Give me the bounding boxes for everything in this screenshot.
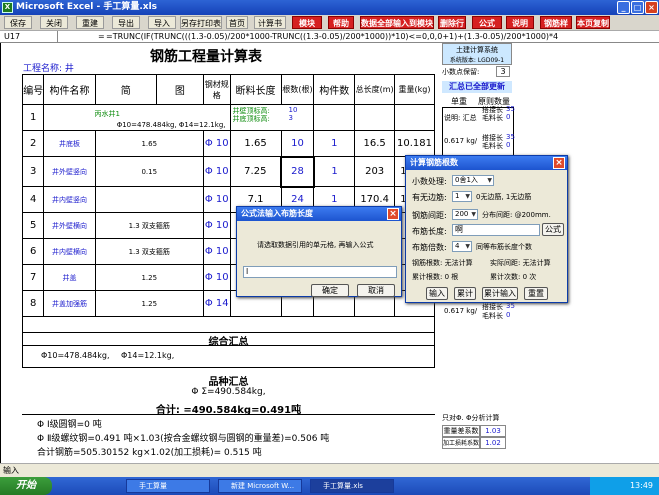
row1-summary: Φ10=478.484kg, Φ14=12.1kg, xyxy=(116,121,226,129)
wall-bottom-label: 井底顶标高: xyxy=(232,115,270,123)
wall-top-value[interactable]: 10 xyxy=(289,106,298,114)
excel-icon: X xyxy=(2,2,13,13)
spacing-select[interactable]: 200 xyxy=(452,209,478,220)
status-bar: 输入 xyxy=(0,463,659,477)
close-icon[interactable]: × xyxy=(553,157,565,169)
table-row[interactable]: 1 丙水井1 Φ10=478.484kg, Φ14=12.1kg, 井壁顶标高:… xyxy=(21,104,435,131)
formula-length-dialog: 公式法输入布筋长度 × 请选取数据引用的单元格, 再输入公式 l 确定 取消 xyxy=(236,206,402,297)
rebar-length-input[interactable]: 啊 xyxy=(452,224,540,236)
accumulate-input-button[interactable]: 累计输入 xyxy=(482,287,518,300)
import-button[interactable]: 导入 xyxy=(148,16,176,29)
summary-text-2: Φ14=12.1kg, xyxy=(121,351,175,360)
formula-dialog-title: 公式法输入布筋长度 xyxy=(237,207,401,221)
save-print-button[interactable]: 另存打印表 xyxy=(180,16,222,29)
formula-input[interactable]: =TRUNC(IF(TRUNC(((1.3-0.05)/200*1000-TRU… xyxy=(106,31,658,42)
home-button[interactable]: 首页 xyxy=(226,16,248,29)
summary-text: Φ10=478.484kg, xyxy=(41,351,110,360)
decimals-value[interactable]: 3 xyxy=(496,66,510,77)
header-spec: 钢材规格 xyxy=(202,74,231,105)
clock: 13:49 xyxy=(629,481,653,490)
footer-line-2: Φ Ⅱ级螺纹钢=0.491 吨×1.03(按合金螺纹钢与圆钢的重量差)=0.50… xyxy=(37,434,330,444)
sheet-title: 钢筋工程量计算表 xyxy=(150,49,262,65)
close-icon[interactable]: × xyxy=(645,1,658,14)
rebar-style-button[interactable]: 钢筋样式 xyxy=(540,16,572,41)
close-button[interactable]: 关闭 xyxy=(40,16,68,29)
total-text: 合计: =490.584kg=0.491吨 xyxy=(22,401,435,416)
export-button[interactable]: 导出 xyxy=(112,16,140,29)
copy-page-button[interactable]: 本页复制 xyxy=(576,16,610,29)
project-name: 工程名称: 井 xyxy=(23,64,74,74)
calc-book-button[interactable]: 计算书 xyxy=(254,16,286,29)
formula-cell-input[interactable]: l xyxy=(243,266,397,278)
reset-button[interactable]: 重置 xyxy=(524,287,548,300)
name-box[interactable]: U17 xyxy=(4,31,58,42)
toolbar: 保存 关闭 重建 导出 导入 另存打印表 首页 计算书 模块 帮助 数据全部输入… xyxy=(0,15,659,41)
grade-title: 品种汇总 xyxy=(208,377,249,388)
task-folder[interactable]: 手工算量 xyxy=(126,479,210,493)
header-count: 构件数 xyxy=(313,74,356,105)
window-title-bar: X Microsoft Excel - 手工算量.xls _ □ × xyxy=(0,0,659,15)
calc-dialog-title: 计算钢筋根数 xyxy=(406,156,567,170)
table-row[interactable]: 3井外壁竖向 0.15 Φ 107.25 281 203125.2 xyxy=(21,155,435,188)
update-notice: 汇总已全部更新 xyxy=(442,81,512,93)
ok-button[interactable]: 确定 xyxy=(311,284,349,297)
task-word[interactable]: 新建 Microsoft W... xyxy=(218,479,302,493)
formula-bar: U17 = =TRUNC(IF(TRUNC(((1.3-0.05)/200*10… xyxy=(0,31,659,43)
header-shape-b: 图 xyxy=(155,74,204,105)
summary-box: Φ10=478.484kg, Φ14=12.1kg, xyxy=(22,346,435,368)
decimals-label: 小数点保留: xyxy=(442,68,480,76)
decimal-select[interactable]: 0舍1入 xyxy=(452,175,494,186)
analysis-label: 只对Φ. Φ分析计算 xyxy=(442,414,500,422)
cancel-button[interactable]: 取消 xyxy=(357,284,395,297)
header-weight: 重量(kg) xyxy=(394,74,435,105)
system-tray: 13:49 xyxy=(590,477,659,495)
delete-row-button[interactable]: 删除行 xyxy=(438,16,466,29)
save-button[interactable]: 保存 xyxy=(4,16,32,29)
window-title: Microsoft Excel - 手工算量.xls xyxy=(16,2,158,12)
header-total: 总长度(m) xyxy=(354,74,396,105)
header-shape-a: 简 xyxy=(94,74,157,105)
restore-icon[interactable]: □ xyxy=(631,1,644,14)
table-row[interactable]: 2 井底板 1.65 Φ 10 1.65 10 1 16.5 10.181 xyxy=(21,130,435,157)
formula-dialog-button[interactable]: 公式 xyxy=(542,223,564,236)
footer-line-3: 合计钢筋=505.30152 kg×1.02(加工损耗)= 0.515 吨 xyxy=(37,448,262,458)
module-button[interactable]: 模块 xyxy=(292,16,322,29)
header-length: 断料长度 xyxy=(229,74,282,105)
calc-rebar-dialog: 计算钢筋根数 × 小数处理: 0舍1入 有无边筋: 1 0无边筋, 1无边筋 钢… xyxy=(405,155,568,303)
start-button[interactable]: 开始 xyxy=(0,477,52,495)
footer-line-1: Φ Ⅰ级圆钢=0 吨 xyxy=(37,420,102,430)
edge-select[interactable]: 1 xyxy=(452,191,472,202)
rebuild-button[interactable]: 重建 xyxy=(76,16,104,29)
fx-label: = xyxy=(98,32,105,41)
status-text: 输入 xyxy=(3,466,19,475)
close-icon[interactable]: × xyxy=(387,208,399,220)
row1-name: 丙水井1 xyxy=(94,110,120,118)
formula-button[interactable]: 公式 xyxy=(472,16,502,29)
wall-bottom-value[interactable]: 3 xyxy=(289,114,293,122)
help-button[interactable]: 帮助 xyxy=(328,16,354,29)
calc-input-button[interactable]: 输入 xyxy=(426,287,448,300)
header-no: 编号 xyxy=(21,74,45,105)
input-all-button[interactable]: 数据全部输入到模块内 xyxy=(360,16,434,41)
col-unit-weight: 单重 xyxy=(451,97,467,106)
grade-text: Φ Σ=490.584kg, xyxy=(191,387,266,397)
system-info: 土建计算系统 系统版本: LGD09-1 xyxy=(442,43,512,65)
accumulate-button[interactable]: 累计 xyxy=(454,287,476,300)
formula-prompt: 请选取数据引用的单元格, 再输入公式 xyxy=(257,241,374,249)
minimize-icon[interactable]: _ xyxy=(617,1,630,14)
summary-title: 综合汇总 xyxy=(22,332,435,348)
header-name: 构件名称 xyxy=(43,74,96,105)
task-excel[interactable]: 手工算量.xls xyxy=(310,479,394,493)
header-qty: 根数(根) xyxy=(280,74,315,105)
multiple-select[interactable]: 4 xyxy=(452,241,472,252)
description-button[interactable]: 说明 xyxy=(506,16,534,29)
